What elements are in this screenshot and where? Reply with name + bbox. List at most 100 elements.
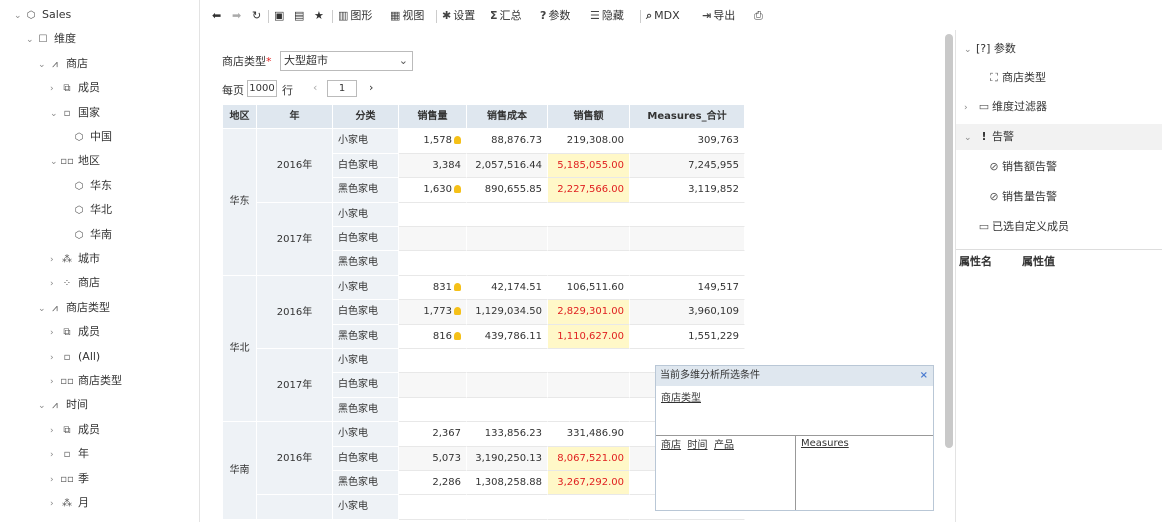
chevron-right-icon[interactable]: › xyxy=(50,322,60,344)
mdx-button[interactable]: ⌕ MDX xyxy=(646,4,680,28)
page-input[interactable]: 1 xyxy=(327,80,357,97)
prop-name-header: 属性名 xyxy=(959,255,992,268)
tree-node[interactable]: › ▫ 年 xyxy=(50,443,89,465)
popup-filter-area: 商店类型 xyxy=(656,386,933,436)
per-page-input[interactable]: 1000 xyxy=(247,80,277,97)
save-icon[interactable]: ▣ xyxy=(274,4,284,28)
tree-node[interactable]: ⬡ 华南 xyxy=(62,224,112,246)
chevron-down-icon[interactable]: ⌄ xyxy=(14,5,24,27)
column-header[interactable]: 销售额 xyxy=(548,105,630,130)
cost-cell: 1,129,034.50 xyxy=(467,300,548,325)
tree-node[interactable]: › ⧉ 成员 xyxy=(50,419,100,441)
chevron-right-icon[interactable]: › xyxy=(50,78,60,100)
tree-node[interactable]: ⌄ ▫ 国家 xyxy=(50,102,100,124)
back-icon[interactable]: ⬅ xyxy=(212,4,221,28)
tree-node[interactable]: › ⧉ 成员 xyxy=(50,321,100,343)
chevron-down-icon[interactable]: ⌄ xyxy=(38,298,48,320)
total-cell xyxy=(630,202,745,227)
column-header[interactable]: 销售量 xyxy=(399,105,467,130)
store-type-filter-label: 商店类型* xyxy=(222,55,272,68)
params-node[interactable]: ⌄ [?] 参数 xyxy=(964,36,1016,62)
chevron-right-icon[interactable]: › xyxy=(50,347,60,369)
chevron-down-icon[interactable]: ⌄ xyxy=(38,395,48,417)
popup-row-link[interactable]: 时间 xyxy=(688,440,708,451)
cost-cell: 439,786.11 xyxy=(467,324,548,349)
chevron-down-icon[interactable]: ⌄ xyxy=(50,103,60,125)
tree-node[interactable]: ⌄ ☐ 维度 xyxy=(26,28,76,50)
chevron-right-icon[interactable]: › xyxy=(50,371,60,393)
column-header[interactable]: 分类 xyxy=(333,105,399,130)
hide-icon: ☰ xyxy=(590,9,600,22)
next-page-icon[interactable]: › xyxy=(369,81,373,94)
alert-item[interactable]: ⊘ 销售额告警 xyxy=(986,154,1057,180)
tree-node[interactable]: ⬡ 华东 xyxy=(62,175,112,197)
sales-cell: 219,308.00 xyxy=(548,129,630,154)
params-node-label: [?] 参数 xyxy=(976,42,1016,55)
column-header[interactable]: 地区 xyxy=(223,105,257,130)
chevron-down-icon[interactable]: ⌄ xyxy=(38,54,48,76)
tree-node[interactable]: › ⁂ 月 xyxy=(50,492,89,514)
quantity-cell: 2,286 xyxy=(399,471,467,496)
scrollbar[interactable] xyxy=(945,34,953,448)
summary-button[interactable]: Σ 汇总 xyxy=(490,4,522,28)
chevron-down-icon[interactable]: ⌄ xyxy=(50,151,60,173)
popup-row-link[interactable]: 商店 xyxy=(661,440,681,451)
quantity-cell: 1,578 xyxy=(399,129,467,154)
chart-button[interactable]: ▥ 图形 xyxy=(338,4,372,28)
chevron-right-icon[interactable]: › xyxy=(50,444,60,466)
chevron-down-icon[interactable]: ⌄ xyxy=(26,29,36,51)
forward-icon[interactable]: ➡ xyxy=(232,4,241,28)
tree-node[interactable]: › ▫▫ 季 xyxy=(50,468,89,490)
param-item[interactable]: ⛶ 商店类型 xyxy=(986,65,1046,91)
tree-node[interactable]: › ⁘ 商店 xyxy=(50,272,100,294)
chevron-right-icon[interactable]: › xyxy=(50,469,60,491)
year-cell: 2017年 xyxy=(257,202,333,276)
category-cell: 白色家电 xyxy=(333,300,399,325)
close-icon[interactable]: × xyxy=(920,366,928,386)
export-button[interactable]: ⇥ 导出 xyxy=(702,4,735,28)
refresh-icon[interactable]: ↻ xyxy=(252,4,261,28)
tree-node[interactable]: › ⧉ 成员 xyxy=(50,77,100,99)
popup-filter-link[interactable]: 商店类型 xyxy=(661,393,701,404)
popup-col-link[interactable]: Measures xyxy=(801,438,849,449)
member-icon: ⧉ xyxy=(63,83,71,95)
favorite-icon[interactable]: ★ xyxy=(314,4,324,28)
alert-node[interactable]: ⌄! 告警 xyxy=(956,124,1162,150)
column-header[interactable]: Measures_合计 xyxy=(630,105,745,130)
view-button[interactable]: ▦ 视图 xyxy=(390,4,424,28)
prev-page-icon[interactable]: ‹ xyxy=(313,81,317,94)
tree-node[interactable]: › ▫ (All) xyxy=(50,346,100,368)
hide-button[interactable]: ☰ 隐藏 xyxy=(590,4,624,28)
store-type-select[interactable]: 大型超市 ⌄ xyxy=(280,51,413,71)
lightbulb-icon xyxy=(454,136,461,145)
sum-icon: Σ xyxy=(490,9,498,22)
tree-node-label: 商店 xyxy=(66,56,88,70)
settings-button[interactable]: ✱ 设置 xyxy=(442,4,475,28)
chevron-right-icon[interactable]: › xyxy=(50,273,60,295)
chevron-right-icon[interactable]: › xyxy=(50,493,60,515)
alert-item[interactable]: ⊘ 销售量告警 xyxy=(986,184,1057,210)
tree-node[interactable]: ⌄ ⩘ 时间 xyxy=(38,394,88,416)
params-button[interactable]: ? 参数 xyxy=(540,4,570,28)
chevron-right-icon[interactable]: › xyxy=(50,420,60,442)
dim-filter-label: 维度过滤器 xyxy=(992,100,1047,113)
tree-node[interactable]: ⬡ 华北 xyxy=(62,199,112,221)
tree-node[interactable]: › ▫▫ 商店类型 xyxy=(50,370,122,392)
tree-node[interactable]: ⌄ ⬡ Sales xyxy=(14,4,71,26)
popup-title: 当前多维分析所选条件 xyxy=(660,370,760,381)
tree-node[interactable]: ⌄ ▫▫ 地区 xyxy=(50,150,100,172)
rows-label: 行 xyxy=(282,84,293,97)
custom-member-node[interactable]: ▭ 已选自定义成员 xyxy=(976,214,1069,240)
tree-node[interactable]: › ⁂ 城市 xyxy=(50,248,100,270)
tree-node[interactable]: ⌄ ⩘ 商店类型 xyxy=(38,297,110,319)
dim-filter-node[interactable]: › ▭ 维度过滤器 xyxy=(964,94,1047,120)
tree-node[interactable]: ⌄ ⩘ 商店 xyxy=(38,53,88,75)
save-as-icon[interactable]: ▤ xyxy=(294,4,304,28)
tree-node-label: 华北 xyxy=(90,203,112,217)
print-icon[interactable]: ⎙ xyxy=(754,4,763,28)
popup-row-link[interactable]: 产品 xyxy=(714,440,734,451)
chevron-right-icon[interactable]: › xyxy=(50,249,60,271)
column-header[interactable]: 销售成本 xyxy=(467,105,548,130)
column-header[interactable]: 年 xyxy=(257,105,333,130)
tree-node[interactable]: ⬡ 中国 xyxy=(62,126,112,148)
